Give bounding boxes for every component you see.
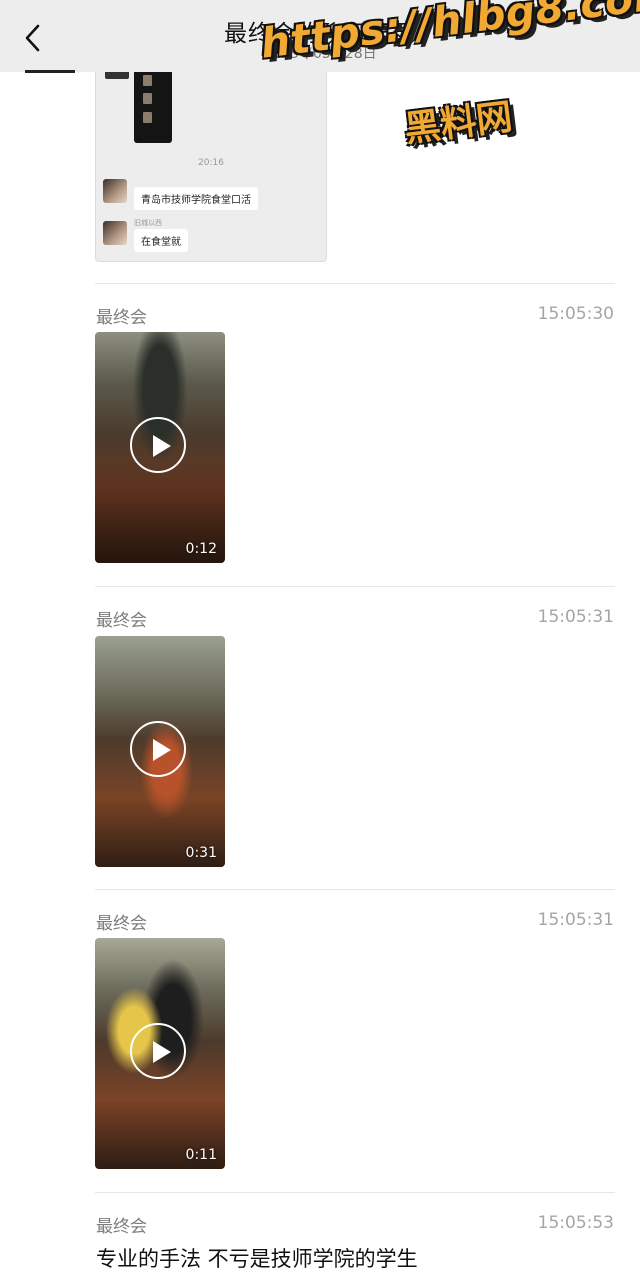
divider [95, 586, 615, 587]
forwarded-message-bubble: 青岛市技师学院食堂口活 [134, 187, 258, 210]
phone-screenshot-thumbnail [134, 67, 172, 143]
divider [95, 889, 615, 890]
sender-name: 最终会 [96, 1217, 147, 1237]
message-time: 15:05:53 [537, 1213, 614, 1233]
video-duration: 0:31 [185, 845, 217, 861]
sender-name: 最终会 [96, 611, 147, 631]
divider [95, 283, 615, 284]
video-message[interactable]: 0:11 [95, 938, 225, 1169]
video-message[interactable]: 0:12 [95, 332, 225, 563]
play-icon[interactable] [130, 721, 186, 777]
play-icon[interactable] [130, 1023, 186, 1079]
forwarded-sender-name: 旧城以西 [134, 219, 162, 227]
avatar [103, 221, 127, 245]
divider [95, 1192, 615, 1193]
watermark-site: 黑料网 [402, 96, 515, 151]
message-time: 15:05:31 [537, 607, 614, 627]
sender-name: 最终会 [96, 914, 147, 934]
play-icon[interactable] [130, 417, 186, 473]
video-duration: 0:12 [185, 541, 217, 557]
message-text[interactable]: 专业的手法 不亏是技师学院的学生 [96, 1243, 418, 1273]
sender-name: 最终会 [96, 308, 147, 328]
video-duration: 0:11 [185, 1147, 217, 1163]
video-message[interactable]: 0:31 [95, 636, 225, 867]
message-time: 15:05:30 [537, 304, 614, 324]
forwarded-message-bubble: 在食堂就 [134, 229, 188, 252]
forwarded-chat-card[interactable]: 20:16 青岛市技师学院食堂口活 旧城以西 在食堂就 [95, 60, 327, 262]
forwarded-time: 20:16 [198, 158, 224, 168]
header-indicator [25, 70, 75, 73]
avatar [103, 179, 127, 203]
message-time: 15:05:31 [537, 910, 614, 930]
